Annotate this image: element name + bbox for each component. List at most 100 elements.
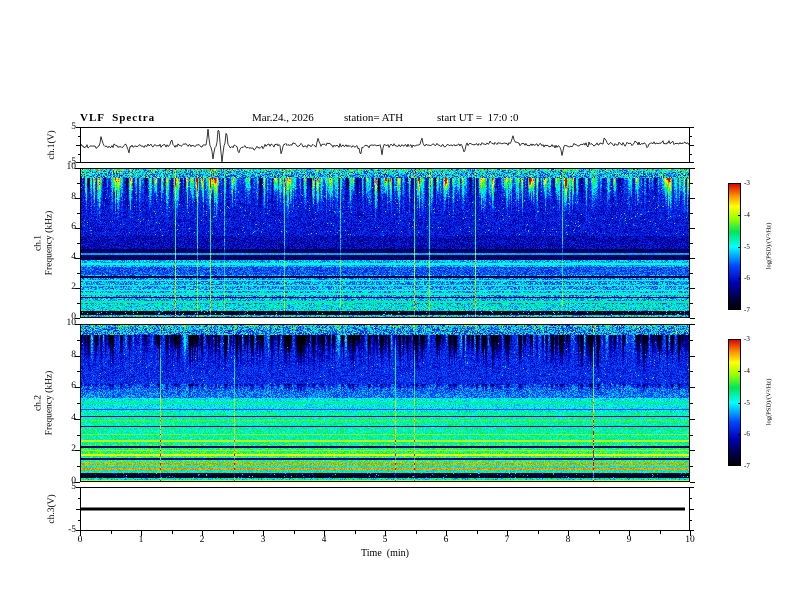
- colorbar-ch2-title: log(PSD)/(V²/Hz): [765, 378, 773, 426]
- x-tick-mark: [476, 531, 478, 534]
- spec1-y-tick-mark: [690, 213, 693, 214]
- colorbar-tick-label: -3: [744, 179, 750, 187]
- colorbar-tick-label: -5: [744, 398, 750, 407]
- figure-date: Mar.24., 2026: [252, 112, 314, 124]
- wave3-y-tick-mark: [690, 487, 694, 488]
- spec1-y-tick-mark: [690, 303, 693, 304]
- x-tick-mark: [293, 531, 295, 534]
- station-label: station= ATH: [344, 112, 404, 124]
- spec2-y-tick-mark: [690, 466, 693, 468]
- wave3-y-tick-mark: [690, 520, 692, 521]
- x-tick-mark: [507, 531, 508, 536]
- colorbar-tick-label: -5: [744, 242, 750, 251]
- spec2-y-tick-mark: [690, 371, 693, 373]
- ch2-spectrogram-canvas: [80, 324, 690, 482]
- ch1-voltage-axis-label: ch.1(V): [46, 130, 57, 160]
- ch1-frequency-axis-label-line1: ch.1: [33, 234, 44, 252]
- spec1-y-tick-mark: [690, 228, 695, 229]
- wave3-y-tick-mark: [690, 530, 694, 531]
- x-tick-mark: [659, 531, 661, 534]
- x-tick-label: 8: [565, 535, 571, 545]
- figure-title: VLF Spectra: [80, 112, 156, 124]
- x-tick-mark: [171, 531, 173, 534]
- spec1-y-tick-mark: [690, 198, 695, 199]
- spec1-y-tick-mark: [690, 318, 695, 319]
- x-tick-mark: [415, 531, 417, 534]
- x-tick-mark: [263, 531, 264, 536]
- x-tick-label: 7: [504, 535, 510, 545]
- spec1-y-tick-label: 8: [71, 192, 76, 202]
- spec1-y-tick-label: 10: [66, 162, 77, 172]
- x-tick-mark: [232, 531, 234, 534]
- spec1-y-tick-mark: [690, 168, 695, 169]
- x-tick-label: 5: [382, 535, 388, 545]
- ch1-frequency-axis-label-line2: Frequency (kHz): [44, 210, 54, 276]
- x-tick-mark: [629, 531, 630, 536]
- ch2-frequency-axis-label-line1: ch.2: [33, 394, 44, 412]
- spec2-y-tick-label: 0: [71, 476, 76, 486]
- spec1-y-tick-mark: [690, 258, 695, 259]
- x-tick-label: 1: [138, 535, 144, 545]
- spec1-y-tick-label: 6: [71, 222, 76, 232]
- spec1-y-tick-mark: [690, 243, 693, 244]
- spec1-y-tick-mark: [690, 288, 695, 289]
- spec2-y-tick-label: 8: [71, 349, 76, 360]
- wave3-y-tick-label: 5: [71, 482, 76, 492]
- x-tick-mark: [141, 531, 142, 536]
- spec2-y-tick-mark: [75, 482, 80, 483]
- wave1-y-tick-mark: [690, 127, 694, 128]
- spec1-y-tick-mark: [690, 273, 693, 274]
- colorbar-tick-label: -7: [744, 462, 750, 470]
- x-tick-mark: [446, 531, 447, 536]
- ch1-spectrogram-canvas: [80, 168, 690, 318]
- x-tick-label: 10: [685, 535, 695, 545]
- spec2-y-tick-mark: [690, 339, 693, 341]
- spec2-y-tick-mark: [690, 482, 695, 483]
- x-tick-mark: [690, 531, 691, 536]
- spec2-y-tick-label: 2: [71, 444, 76, 455]
- spec2-y-tick-mark: [690, 418, 695, 420]
- wave3-y-tick-mark: [690, 509, 694, 510]
- x-tick-mark: [598, 531, 600, 534]
- ch1-waveform-canvas: [80, 127, 690, 163]
- x-tick-mark: [537, 531, 539, 534]
- x-tick-mark: [110, 531, 112, 534]
- x-tick-mark: [385, 531, 386, 536]
- colorbar-tick-label: -4: [744, 366, 750, 375]
- x-tick-label: 0: [77, 535, 83, 545]
- ch3-voltage-axis-label: ch.3(V): [46, 494, 57, 524]
- x-tick-label: 2: [199, 535, 205, 545]
- spec2-y-tick-mark: [690, 387, 695, 389]
- colorbar-ch1-canvas: [728, 183, 741, 310]
- x-tick-mark: [354, 531, 356, 534]
- colorbar-tick-label: -6: [744, 430, 750, 439]
- colorbar-tick-label: -3: [744, 335, 750, 343]
- ch2-frequency-axis-label: ch.2 Frequency (kHz): [34, 371, 55, 436]
- colorbar-tick-label: -4: [744, 210, 750, 219]
- spec2-y-tick-mark: [690, 403, 693, 404]
- x-tick-mark: [202, 531, 203, 536]
- x-tick-label: 3: [260, 535, 266, 545]
- wave3-y-tick-label: -5: [68, 525, 76, 535]
- spec1-y-tick-mark: [75, 318, 80, 319]
- x-tick-label: 6: [443, 535, 449, 545]
- spec1-y-tick-label: 0: [71, 312, 76, 322]
- spec1-y-tick-label: 4: [71, 252, 76, 262]
- colorbar-tick-label: -6: [744, 274, 750, 283]
- wave1-y-tick-mark: [690, 154, 692, 155]
- spec2-y-tick-label: 6: [71, 381, 76, 392]
- vlf-spectra-figure: VLF Spectra Mar.24., 2026 station= ATH s…: [0, 0, 792, 612]
- ch1-frequency-axis-label: ch.1 Frequency (kHz): [34, 211, 55, 276]
- wave1-y-tick-mark: [690, 145, 694, 146]
- wave1-y-tick-mark: [690, 136, 692, 137]
- x-tick-mark: [568, 531, 569, 536]
- wave1-y-tick-mark: [690, 162, 694, 163]
- wave3-y-tick-mark: [690, 498, 692, 499]
- spec2-y-tick-mark: [690, 450, 695, 452]
- colorbar-ch1-title: log(PSD)/(V²/Hz): [765, 222, 773, 270]
- ch3-waveform-canvas: [80, 487, 690, 531]
- spec2-y-tick-mark: [690, 434, 693, 436]
- colorbar-tick-label: -7: [744, 306, 750, 314]
- spec1-y-tick-mark: [690, 183, 693, 184]
- spec2-y-tick-label: 4: [71, 412, 76, 423]
